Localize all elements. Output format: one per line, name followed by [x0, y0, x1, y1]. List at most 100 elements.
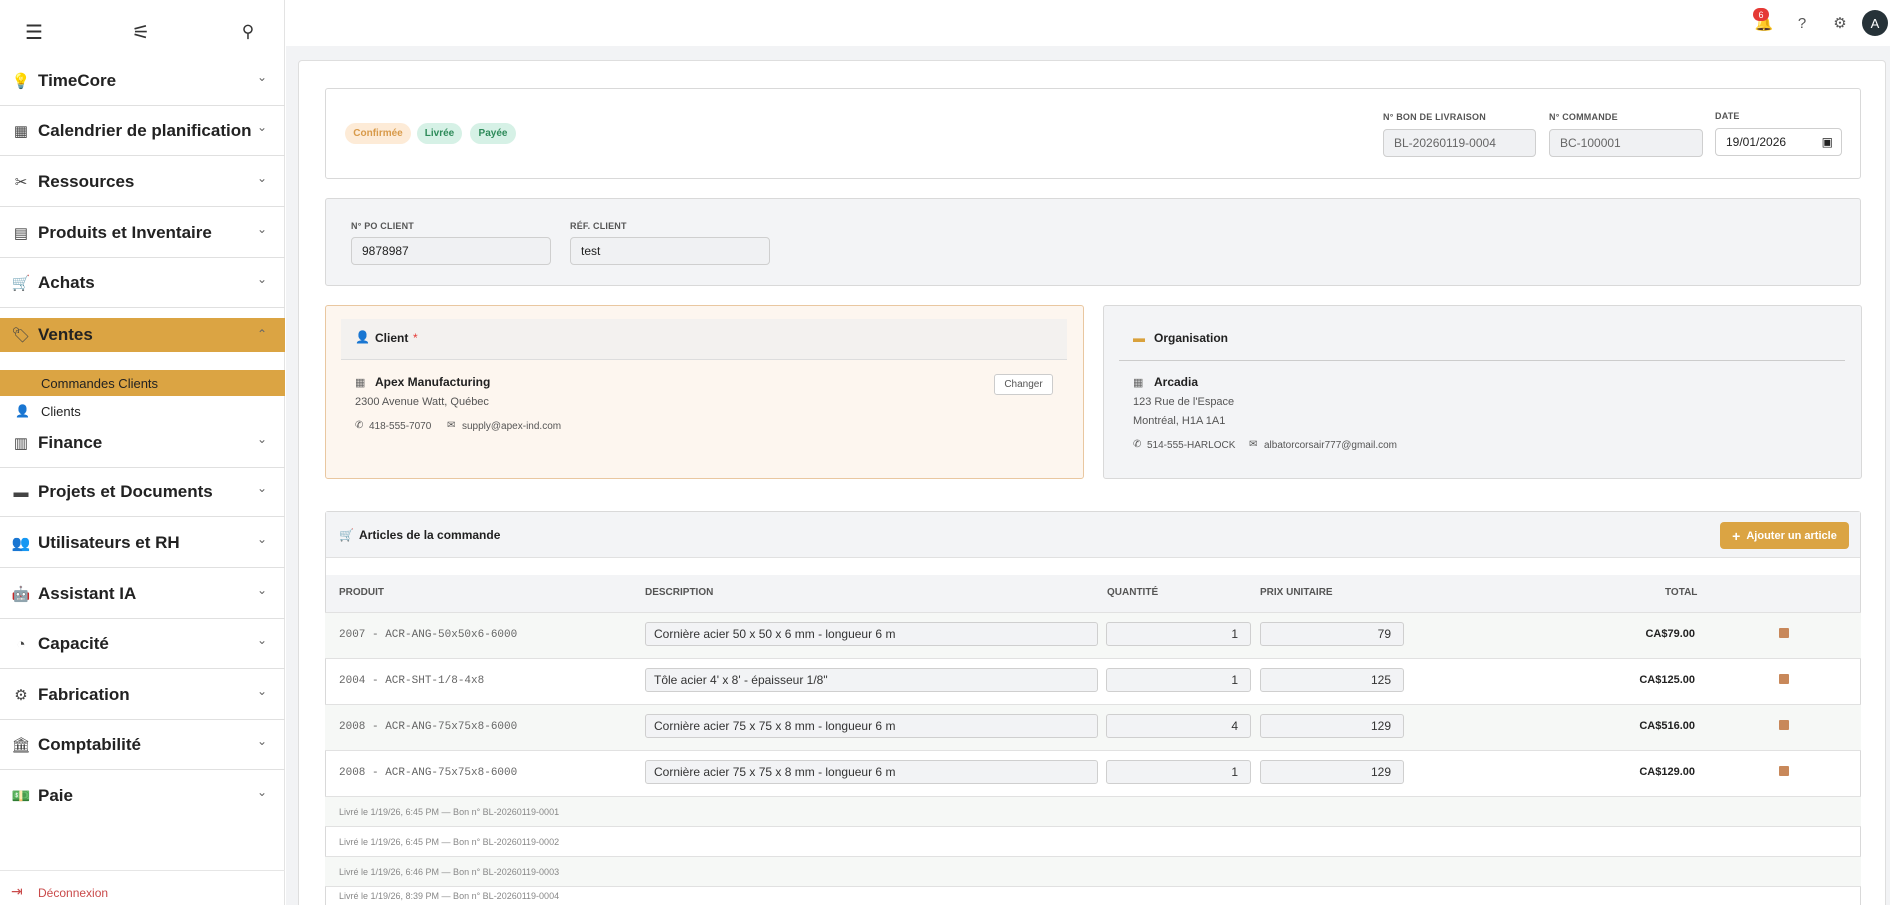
sidebar-item-finance[interactable]: ▥ Finance ⌄	[0, 418, 285, 468]
description-input[interactable]: Cornière acier 75 x 75 x 8 mm - longueur…	[645, 714, 1098, 738]
chevron-down-icon: ⌄	[256, 734, 267, 748]
product-code: 2008 - ACR-ANG-75x75x8-6000	[339, 721, 518, 733]
sidebar-item-ressources[interactable]: ✂ Ressources ⌄	[0, 157, 285, 207]
help-icon[interactable]: ?	[1791, 12, 1813, 34]
package-icon[interactable]	[1779, 674, 1789, 684]
client-address: 2300 Avenue Watt, Québec	[355, 396, 489, 408]
search-icon[interactable]: ⚲	[234, 18, 262, 46]
package-icon[interactable]	[1779, 766, 1789, 776]
ref-client-input[interactable]: test	[570, 237, 770, 265]
description-input[interactable]: Cornière acier 75 x 75 x 8 mm - longueur…	[645, 760, 1098, 784]
client-refs-panel	[325, 198, 1861, 286]
sidebar-item-label: Projets et Documents	[38, 481, 213, 501]
order-number-field[interactable]: BC-100001	[1549, 129, 1703, 157]
status-badge-confirmee: Confirmée	[345, 123, 411, 144]
table-header	[326, 575, 1860, 612]
client-name: Apex Manufacturing	[375, 375, 491, 389]
unit-price-input[interactable]: 129	[1260, 714, 1404, 738]
sidebar-item-label: Finance	[38, 432, 103, 452]
chevron-down-icon: ⌄	[256, 120, 267, 134]
chevron-down-icon: ⌄	[256, 432, 267, 446]
delivery-number-field[interactable]: BL-20260119-0004	[1383, 129, 1536, 157]
client-panel-header	[341, 319, 1067, 360]
status-label: Livrée	[424, 128, 455, 139]
date-field[interactable]: 19/01/2026 ▣	[1715, 128, 1842, 156]
product-code: 2008 - ACR-ANG-75x75x8-6000	[339, 767, 518, 779]
payments-icon: 💵	[11, 788, 31, 805]
sidebar-item-label: Ventes	[38, 325, 93, 344]
product-code: 2007 - ACR-ANG-50x50x6-6000	[339, 629, 518, 641]
sidebar-item-label: Comptabilité	[38, 734, 141, 754]
line-total: CA$516.00	[1639, 720, 1695, 732]
sidebar-item-produits[interactable]: ▤ Produits et Inventaire ⌄	[0, 208, 285, 258]
sidebar-item-assistant[interactable]: 🤖 Assistant IA ⌄	[0, 569, 285, 619]
sidebar-item-label: Achats	[38, 272, 95, 292]
unit-price-input[interactable]: 79	[1260, 622, 1404, 646]
quantity-input[interactable]: 1	[1106, 622, 1251, 646]
phone-icon: ✆	[1133, 439, 1142, 450]
notification-badge: 6	[1753, 8, 1769, 21]
sidebar-item-calendrier[interactable]: ▦ Calendrier de planification ⌄	[0, 106, 285, 156]
bank-icon: 🏛	[11, 737, 31, 754]
add-article-button[interactable]: + Ajouter un article	[1720, 522, 1849, 549]
status-label: Confirmée	[353, 128, 403, 139]
package-icon[interactable]	[1779, 720, 1789, 730]
tune-icon[interactable]: ⚟	[127, 18, 155, 46]
unit-price-input[interactable]: 125	[1260, 668, 1404, 692]
organisation-address-line2: Montréal, H1A 1A1	[1133, 415, 1226, 427]
sidebar-item-achats[interactable]: 🛒 Achats ⌄	[0, 258, 285, 308]
sidebar-item-capacite[interactable]: ◔ Capacité ⌄	[0, 619, 285, 669]
sidebar-item-comptabilite[interactable]: 🏛 Comptabilité ⌄	[0, 720, 285, 770]
sidebar-item-label: Produits et Inventaire	[38, 222, 212, 242]
chevron-down-icon: ⌄	[256, 583, 267, 597]
sidebar-item-projets[interactable]: ▬ Projets et Documents ⌄	[0, 467, 285, 517]
client-title: Client	[375, 331, 409, 345]
sidebar-item-label: Calendrier de planification	[38, 120, 252, 140]
building-icon: ▦	[1133, 377, 1144, 389]
articles-title: Articles de la commande	[359, 528, 501, 542]
group-icon: 👥	[11, 535, 31, 552]
calendar-icon[interactable]: ▣	[1822, 135, 1833, 149]
sidebar-subitem-commandes-clients[interactable]: Commandes Clients	[0, 370, 285, 396]
chevron-down-icon: ⌄	[256, 684, 267, 698]
po-client-input[interactable]: 9878987	[351, 237, 551, 265]
chevron-down-icon: ⌄	[256, 633, 267, 647]
status-label: Payée	[478, 128, 508, 139]
description-input[interactable]: Cornière acier 50 x 50 x 6 mm - longueur…	[645, 622, 1098, 646]
sidebar-item-label: Ressources	[38, 171, 135, 191]
store-icon: ▬	[1133, 331, 1145, 345]
organisation-address-line1: 123 Rue de l'Espace	[1133, 396, 1235, 408]
logout-button[interactable]: ⇥ Déconnexion	[0, 870, 285, 905]
sidebar-item-ventes[interactable]: 🏷 Ventes ⌃	[0, 318, 285, 352]
quantity-input[interactable]: 4	[1106, 714, 1251, 738]
email-icon: ✉	[447, 420, 456, 431]
ref-client-label: RÉF. CLIENT	[570, 221, 627, 231]
column-header-total: TOTAL	[1665, 587, 1698, 598]
unit-price-input[interactable]: 129	[1260, 760, 1404, 784]
person-icon: 👤	[15, 404, 30, 418]
package-icon[interactable]	[1779, 628, 1789, 638]
settings-icon[interactable]: ⚙	[1829, 12, 1851, 34]
sidebar-item-timecore[interactable]: 💡 TimeCore ⌄	[0, 56, 285, 106]
client-email: supply@apex-ind.com	[462, 421, 562, 432]
column-header-produit: PRODUIT	[339, 587, 384, 598]
building-icon: ▦	[355, 377, 366, 389]
sidebar-item-label: Paie	[38, 786, 73, 805]
sidebar-item-fabrication[interactable]: ⚙ Fabrication ⌄	[0, 670, 285, 720]
delivery-history-item: Livré le 1/19/26, 6:46 PM — Bon n° BL-20…	[325, 856, 1861, 886]
email-icon: ✉	[1249, 439, 1258, 450]
change-client-button[interactable]: Changer	[994, 374, 1053, 395]
delivery-history-item: Livré le 1/19/26, 6:45 PM — Bon n° BL-20…	[325, 796, 1861, 826]
avatar[interactable]: A	[1862, 10, 1888, 36]
description-input[interactable]: Tôle acier 4' x 8' - épaisseur 1/8"	[645, 668, 1098, 692]
sidebar-toolbar: ☰ ⚟ ⚲	[0, 0, 285, 62]
cart-icon: 🛒	[339, 528, 354, 542]
sidebar-item-paie[interactable]: 💵 Paie ⌄	[0, 771, 285, 821]
logout-label: Déconnexion	[38, 886, 109, 900]
menu-icon[interactable]: ☰	[20, 18, 48, 46]
topbar	[286, 0, 1890, 46]
quantity-input[interactable]: 1	[1106, 760, 1251, 784]
quantity-input[interactable]: 1	[1106, 668, 1251, 692]
sidebar-item-utilisateurs[interactable]: 👥 Utilisateurs et RH ⌄	[0, 518, 285, 568]
organisation-divider	[1119, 360, 1845, 361]
